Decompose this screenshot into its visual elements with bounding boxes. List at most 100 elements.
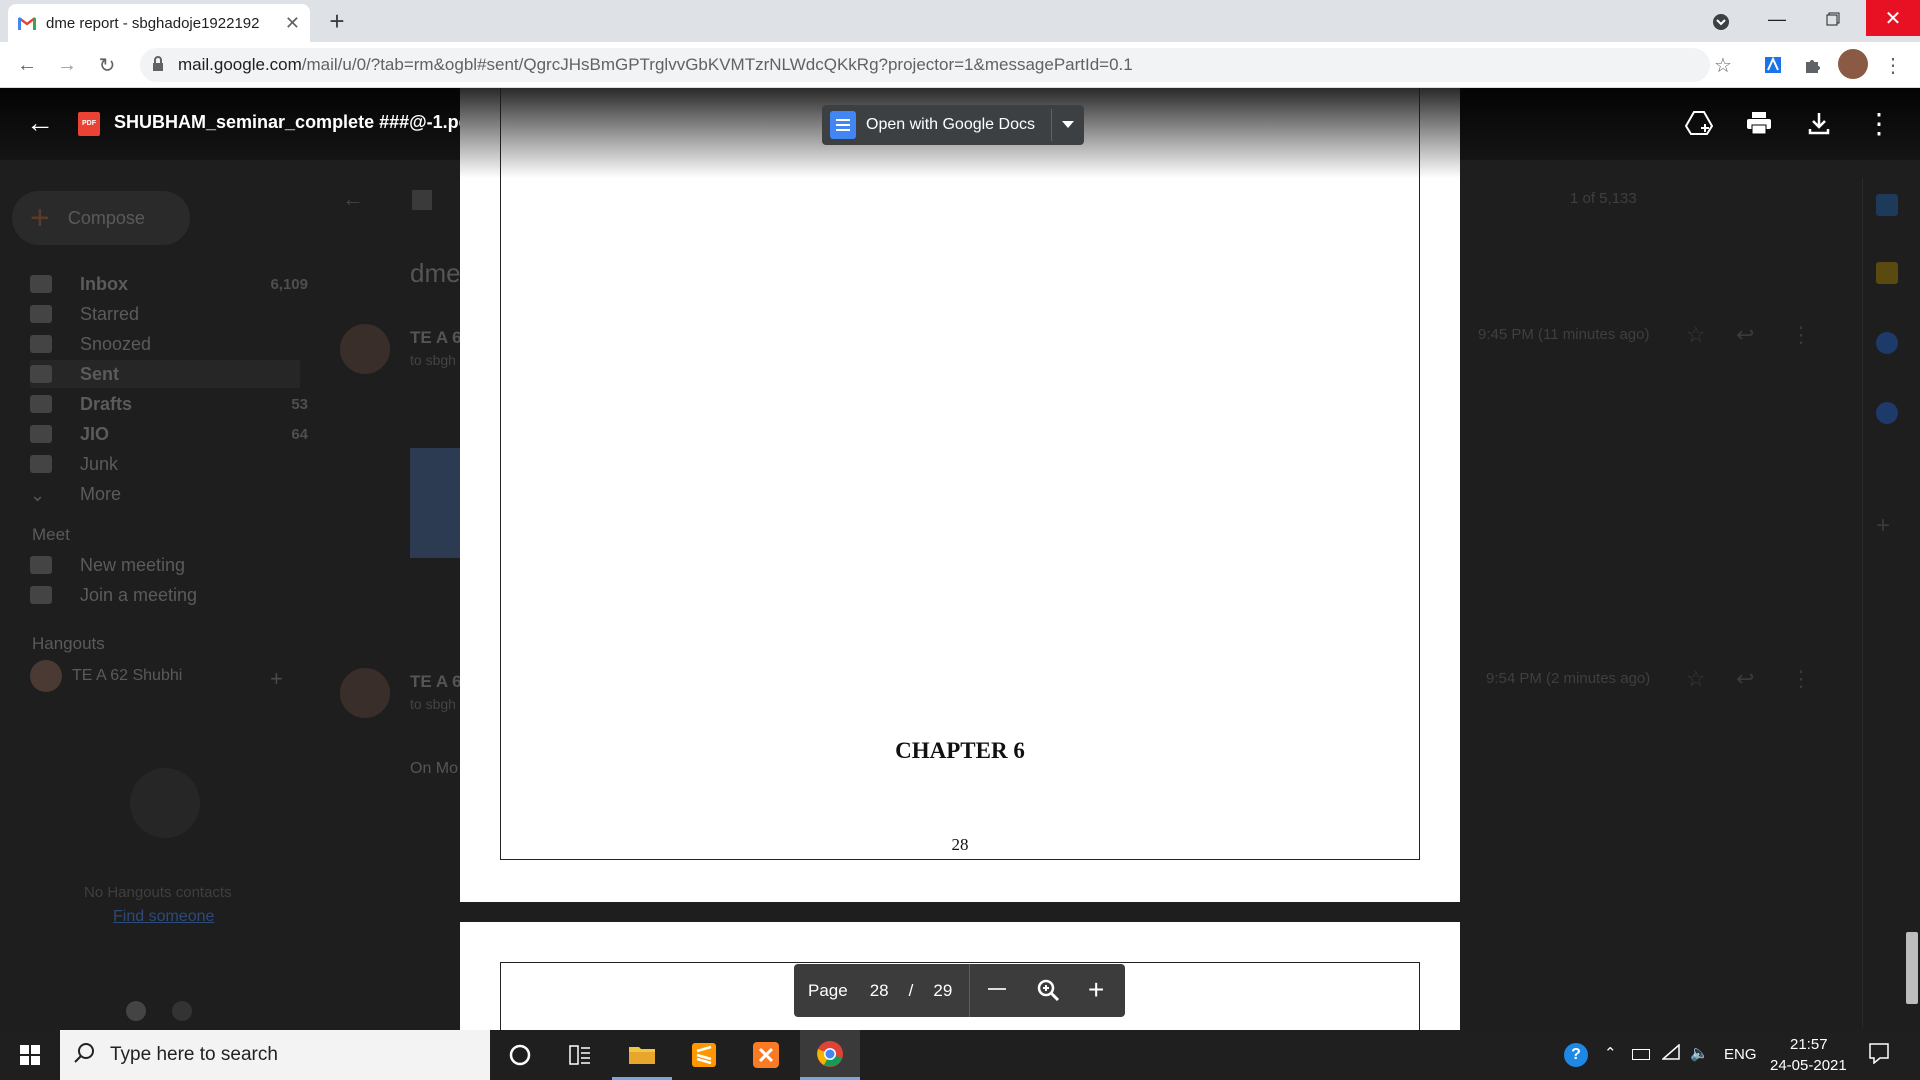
taskbar-search-box[interactable]: Type here to search xyxy=(60,1030,490,1080)
tray-chevron-up-icon[interactable]: ⌃ xyxy=(1604,1044,1617,1062)
browser-menu-icon[interactable]: ⋮ xyxy=(1878,50,1908,80)
contacts-side-icon[interactable] xyxy=(1876,402,1898,424)
back-arrow-icon[interactable]: ← xyxy=(342,186,364,212)
nav-starred[interactable]: Starred xyxy=(30,300,300,328)
zoom-in-icon[interactable]: + xyxy=(1088,976,1104,1004)
draft-icon xyxy=(30,395,52,413)
help-icon[interactable]: ? xyxy=(1564,1043,1588,1067)
page-controls: Page 28 / 29 + xyxy=(794,964,1125,1017)
lock-icon xyxy=(152,56,164,72)
pdf-file-icon: PDF xyxy=(78,112,100,136)
xampp-icon[interactable] xyxy=(736,1030,796,1080)
reply-icon[interactable]: ↩ xyxy=(1736,666,1754,692)
close-window-icon[interactable]: ✕ xyxy=(1866,0,1920,36)
add-addon-icon[interactable]: + xyxy=(1876,512,1890,540)
nav-snoozed[interactable]: Snoozed xyxy=(30,330,300,358)
cortana-icon[interactable] xyxy=(490,1030,550,1080)
wifi-icon[interactable] xyxy=(1661,1043,1680,1064)
pdf-page: CHAPTER 6 28 xyxy=(460,88,1460,902)
zoom-fit-icon[interactable] xyxy=(1036,978,1060,1007)
extensions-puzzle-icon[interactable] xyxy=(1798,50,1828,80)
tasks-icon[interactable] xyxy=(1876,332,1898,354)
new-tab-button[interactable]: + xyxy=(322,6,352,36)
label-icon xyxy=(30,455,52,473)
find-someone-link[interactable]: Find someone xyxy=(113,908,214,926)
nav-jio[interactable]: JIO 64 xyxy=(30,420,308,448)
print-icon[interactable] xyxy=(1744,108,1774,138)
open-with-google-docs-button[interactable]: Open with Google Docs xyxy=(822,105,1084,145)
keep-icon[interactable] xyxy=(1876,262,1898,284)
clock-date[interactable]: 24-05-2021 xyxy=(1770,1057,1847,1074)
calendar-icon[interactable] xyxy=(1876,194,1898,216)
close-tab-icon[interactable]: ✕ xyxy=(285,13,300,34)
nav-junk[interactable]: Junk xyxy=(30,450,300,478)
phone-icon[interactable] xyxy=(172,1001,192,1021)
reply-icon[interactable]: ↩ xyxy=(1736,322,1754,348)
add-to-drive-icon[interactable] xyxy=(1684,108,1714,138)
compose-button[interactable]: + Compose xyxy=(12,191,190,245)
bookmark-star-icon[interactable]: ☆ xyxy=(1708,50,1738,80)
archive-icon[interactable] xyxy=(412,190,432,210)
sublime-text-icon[interactable] xyxy=(674,1030,734,1080)
nav-count: 64 xyxy=(291,425,308,443)
extension-icon[interactable] xyxy=(1758,50,1788,80)
language-indicator[interactable]: ENG xyxy=(1724,1046,1757,1063)
zoom-out-icon[interactable] xyxy=(988,988,1006,990)
viewer-back-icon[interactable]: ← xyxy=(26,108,56,138)
forward-icon[interactable]: → xyxy=(52,50,82,80)
video-icon xyxy=(30,556,52,574)
meet-new-meeting[interactable]: New meeting xyxy=(30,551,300,579)
nav-label: Join a meeting xyxy=(80,584,198,605)
star-icon xyxy=(30,305,52,323)
hangouts-heading: Hangouts xyxy=(32,634,105,653)
search-icon xyxy=(74,1042,96,1070)
browser-tab-strip: dme report - sbghadoje1922192 ✕ + — ✕ xyxy=(0,0,1920,42)
star-icon[interactable]: ☆ xyxy=(1686,322,1706,348)
attachment-thumb xyxy=(410,448,460,558)
meet-join-meeting[interactable]: Join a meeting xyxy=(30,581,300,609)
reload-icon[interactable]: ↻ xyxy=(92,50,122,80)
pdf-file-name: SHUBHAM_seminar_complete ###@-1.pdf xyxy=(114,112,476,132)
minimize-icon[interactable]: — xyxy=(1760,4,1794,34)
clock-time[interactable]: 21:57 xyxy=(1790,1036,1828,1053)
nav-count: 6,109 xyxy=(270,275,308,293)
nav-label: More xyxy=(80,483,122,504)
nav-label: Starred xyxy=(80,303,140,324)
viewer-scrollbar[interactable] xyxy=(1906,932,1918,1004)
chrome-icon[interactable] xyxy=(800,1030,860,1080)
task-view-icon[interactable] xyxy=(550,1030,610,1080)
volume-icon[interactable]: 🔈 xyxy=(1690,1044,1709,1062)
browser-tab[interactable]: dme report - sbghadoje1922192 ✕ xyxy=(8,4,310,42)
star-icon[interactable]: ☆ xyxy=(1686,666,1706,692)
tab-title: dme report - sbghadoje1922192 xyxy=(46,14,260,32)
nav-drafts[interactable]: Drafts 53 xyxy=(30,390,308,418)
compose-plus-icon: + xyxy=(30,198,50,237)
msg1-time: 9:45 PM (11 minutes ago) xyxy=(1478,326,1650,343)
current-page-input[interactable]: 28 xyxy=(870,981,889,1001)
dropdown-caret-icon[interactable] xyxy=(1062,121,1074,128)
file-explorer-icon[interactable] xyxy=(612,1030,672,1080)
viewer-more-icon[interactable]: ⋮ xyxy=(1864,108,1894,139)
nav-inbox[interactable]: Inbox 6,109 xyxy=(30,270,308,298)
browser-toolbar: ← → ↻ mail.google.com/mail/u/0/?tab=rm&o… xyxy=(0,42,1920,88)
start-button[interactable] xyxy=(0,1030,60,1080)
url-host: mail.google.com xyxy=(178,55,302,74)
restore-icon[interactable] xyxy=(1816,4,1850,34)
profile-avatar[interactable] xyxy=(1838,49,1868,79)
nav-sent[interactable]: Sent xyxy=(30,360,300,388)
msg2-snippet: On Mo xyxy=(410,760,459,777)
hangouts-user[interactable]: TE A 62 Shubhi xyxy=(30,660,182,692)
address-bar[interactable]: mail.google.com/mail/u/0/?tab=rm&ogbl#se… xyxy=(140,48,1710,82)
nav-more[interactable]: ⌄ More xyxy=(30,480,300,508)
tab-search-icon[interactable] xyxy=(1707,8,1735,36)
msg2-sender: TE A 6 xyxy=(410,672,462,691)
download-icon[interactable] xyxy=(1804,108,1834,138)
add-contact-icon[interactable]: + xyxy=(270,666,283,692)
nav-label: JIO xyxy=(80,423,110,444)
back-icon[interactable]: ← xyxy=(12,50,42,80)
notification-icon[interactable] xyxy=(1868,1042,1890,1069)
more-vert-icon[interactable]: ⋮ xyxy=(1790,666,1812,692)
more-vert-icon[interactable]: ⋮ xyxy=(1790,322,1812,348)
contacts-icon[interactable] xyxy=(126,1001,146,1021)
battery-icon[interactable] xyxy=(1632,1049,1650,1060)
